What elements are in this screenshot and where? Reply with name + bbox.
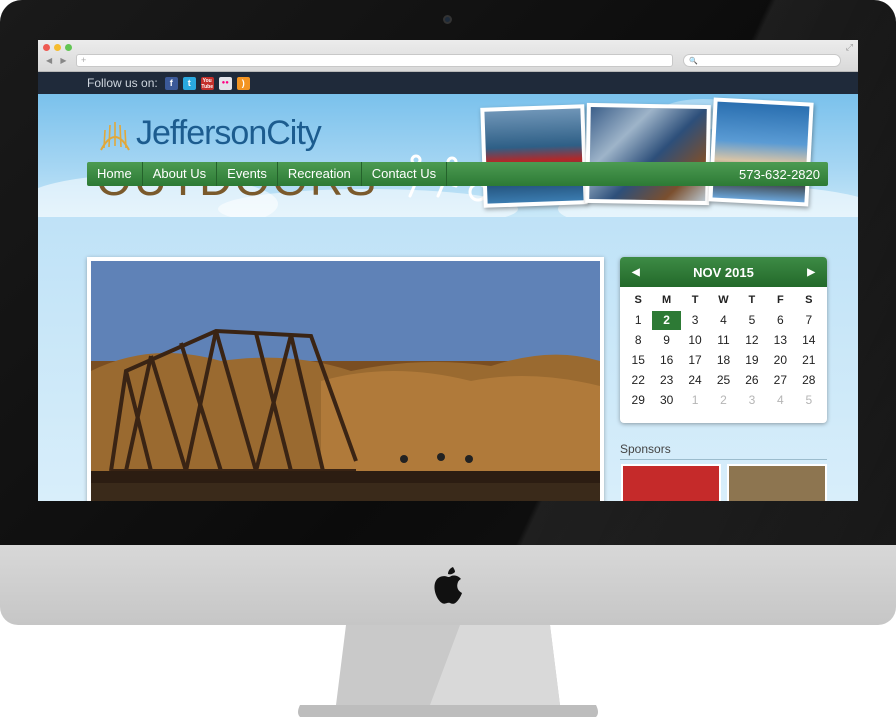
calendar-day[interactable]: 10 [681,331,709,350]
calendar-weekday: S [634,294,642,306]
imac-mockup: ◀ ▶ + 🔍 ⤢ Follow us on: f t You Tube ●● … [0,0,896,723]
flickr-icon[interactable]: ●● [218,76,232,90]
capitol-sun-logo-icon [100,122,130,151]
address-bar[interactable]: + [76,54,673,67]
phone-number[interactable]: 573-632-2820 [739,167,828,182]
browser-search-input[interactable]: 🔍 [683,54,841,67]
calendar-day[interactable]: 7 [795,311,823,330]
calendar-day[interactable]: 29 [624,391,652,410]
calendar-day[interactable]: 16 [652,351,680,370]
calendar-day[interactable]: 25 [709,371,737,390]
calendar-day[interactable]: 2 [709,391,737,410]
calendar-day[interactable]: 30 [652,391,680,410]
calendar-day[interactable]: 15 [624,351,652,370]
logo-city-text[interactable]: JeffersonCity [136,114,322,153]
nav-contact-us[interactable]: Contact Us [362,162,448,186]
calendar-day[interactable]: 18 [709,351,737,370]
calendar-day[interactable]: 2 [652,311,681,330]
calendar-next-icon[interactable]: ▶ [807,267,815,278]
calendar-day[interactable]: 17 [681,351,709,370]
calendar-day[interactable]: 23 [652,371,680,390]
calendar-day[interactable]: 24 [681,371,709,390]
back-forward-icon[interactable]: ◀ ▶ [46,56,70,65]
calendar-prev-icon[interactable]: ◀ [632,267,640,278]
youtube-icon[interactable]: You Tube [200,76,214,90]
calendar-day[interactable]: 14 [795,331,823,350]
facebook-icon[interactable]: f [164,76,178,90]
nav-recreation[interactable]: Recreation [278,162,362,186]
runner-photo [708,97,814,207]
calendar-day[interactable]: 6 [766,311,794,330]
main-nav: Home About Us Events Recreation Contact … [87,162,828,186]
search-icon: 🔍 [689,58,698,65]
sponsor-logo-1[interactable] [621,464,721,501]
calendar-day[interactable]: 20 [766,351,794,370]
rss-icon[interactable]: ) [236,76,250,90]
calendar-day[interactable]: 19 [738,351,766,370]
site-header: JeffersonCity OUTDOORS [38,94,858,217]
calendar-day[interactable]: 22 [624,371,652,390]
minimize-dot-icon[interactable] [54,44,61,51]
calendar-day[interactable]: 27 [766,371,794,390]
browser-window: ◀ ▶ + 🔍 ⤢ Follow us on: f t You Tube ●● … [38,40,858,501]
hero-photo-frame [87,257,604,501]
calendar-day[interactable]: 4 [766,391,794,410]
social-bar: Follow us on: f t You Tube ●● ) [38,72,858,94]
kayak-photo [480,104,588,208]
calendar-day[interactable]: 9 [652,331,680,350]
fullscreen-icon[interactable]: ⤢ [846,42,853,53]
calendar-weekday: F [776,294,784,306]
follow-label: Follow us on: [87,76,158,90]
page-content: ◀ NOV 2015 ▶ S M T W T F S 1 2 3 4 5 6 7 8 9 10 11 12 13 14 1… [38,217,858,501]
nav-home[interactable]: Home [87,162,143,186]
cycling-photo [585,102,711,206]
twitter-icon[interactable]: t [182,76,196,90]
calendar-day[interactable]: 21 [795,351,823,370]
calendar-grid: S M T W T F S 1 2 3 4 5 6 7 8 9 10 11 12 13 14 15 16 17 18 19 20 21… [620,287,827,410]
calendar-day[interactable]: 12 [738,331,766,350]
apple-logo-icon [434,567,462,604]
monitor-stand [298,625,598,717]
calendar-day[interactable]: 3 [681,311,709,330]
sponsor-logo-2[interactable] [727,464,827,501]
maximize-dot-icon[interactable] [65,44,72,51]
calendar-weekday: W [718,294,729,306]
browser-chrome: ◀ ▶ + 🔍 ⤢ [38,40,858,72]
calendar-day[interactable]: 5 [795,391,823,410]
calendar-weekday: T [691,294,699,306]
calendar-day[interactable]: 13 [766,331,794,350]
calendar-header: ◀ NOV 2015 ▶ [620,257,827,287]
calendar-day[interactable]: 26 [738,371,766,390]
calendar-month-label: NOV 2015 [693,264,754,280]
sponsors-heading: Sponsors [620,442,827,460]
calendar-weekday: M [662,294,672,306]
nav-events[interactable]: Events [217,162,278,186]
calendar-day[interactable]: 3 [738,391,766,410]
calendar-day[interactable]: 28 [795,371,823,390]
calendar-day[interactable]: 1 [681,391,709,410]
calendar-day[interactable]: 1 [624,311,652,330]
calendar-day[interactable]: 8 [624,331,652,350]
webcam-icon [443,15,452,24]
calendar-day[interactable]: 4 [709,311,737,330]
bridge-photo[interactable] [91,261,600,501]
calendar-day[interactable]: 11 [709,331,737,350]
calendar-widget: ◀ NOV 2015 ▶ S M T W T F S 1 2 3 4 5 6 7 8 9 10 11 12 13 14 1… [620,257,827,423]
close-dot-icon[interactable] [43,44,50,51]
calendar-day[interactable]: 5 [738,311,766,330]
nav-about-us[interactable]: About Us [143,162,218,186]
calendar-weekday: S [805,294,813,306]
calendar-weekday: T [748,294,756,306]
